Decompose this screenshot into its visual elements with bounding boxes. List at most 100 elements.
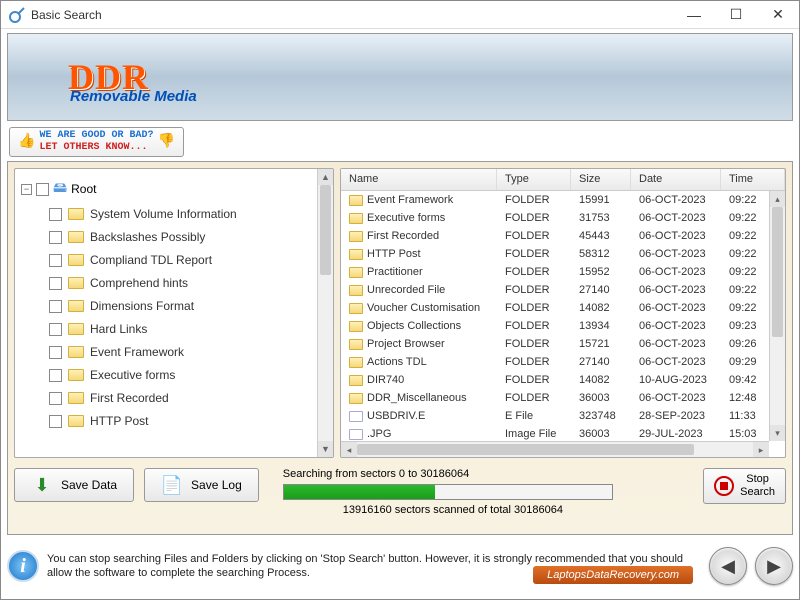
- stop-label: StopSearch: [740, 473, 775, 499]
- tree-item[interactable]: System Volume Information: [19, 203, 329, 226]
- save-log-button[interactable]: 📄 Save Log: [144, 468, 259, 502]
- progress-fill: [284, 485, 435, 499]
- maximize-button[interactable]: ☐: [715, 1, 757, 29]
- col-size[interactable]: Size: [571, 169, 631, 190]
- tree-root[interactable]: − 🖴 Root: [19, 175, 329, 203]
- scroll-down-icon[interactable]: ▾: [770, 425, 785, 441]
- scroll-up-icon[interactable]: ▲: [318, 169, 333, 185]
- cell-type: Image File: [497, 428, 571, 440]
- checkbox[interactable]: [49, 208, 62, 221]
- feedback-button[interactable]: 👍 WE ARE GOOD OR BAD? LET OTHERS KNOW...…: [9, 127, 184, 157]
- cell-date: 06-OCT-2023: [631, 194, 721, 206]
- cell-time: 09:22: [721, 248, 761, 260]
- checkbox[interactable]: [49, 300, 62, 313]
- app-icon: [9, 7, 25, 23]
- cell-date: 06-OCT-2023: [631, 338, 721, 350]
- scroll-left-icon[interactable]: ◂: [341, 442, 357, 457]
- tree-item[interactable]: Compliand TDL Report: [19, 249, 329, 272]
- cell-name: HTTP Post: [367, 248, 421, 260]
- list-row[interactable]: Event FrameworkFOLDER1599106-OCT-202309:…: [341, 191, 785, 209]
- list-row[interactable]: Project BrowserFOLDER1572106-OCT-202309:…: [341, 335, 785, 353]
- minimize-button[interactable]: —: [673, 1, 715, 29]
- logo-subtitle: Removable Media: [70, 88, 197, 105]
- folder-tree[interactable]: − 🖴 Root System Volume InformationBacksl…: [15, 169, 333, 457]
- close-button[interactable]: ✕: [757, 1, 799, 29]
- tree-item-label: HTTP Post: [90, 414, 148, 428]
- nav-prev-button[interactable]: ◀: [709, 547, 747, 585]
- list-vscrollbar[interactable]: ▴ ▾: [769, 191, 785, 441]
- cell-date: 06-OCT-2023: [631, 392, 721, 404]
- checkbox[interactable]: [49, 392, 62, 405]
- list-row[interactable]: Voucher CustomisationFOLDER1408206-OCT-2…: [341, 299, 785, 317]
- feedback-line1: WE ARE GOOD OR BAD?: [39, 130, 153, 141]
- tree-item[interactable]: Backslashes Possibly: [19, 226, 329, 249]
- tree-item-label: Executive forms: [90, 368, 175, 382]
- cell-type: FOLDER: [497, 374, 571, 386]
- col-date[interactable]: Date: [631, 169, 721, 190]
- checkbox[interactable]: [49, 323, 62, 336]
- cell-type: FOLDER: [497, 320, 571, 332]
- tree-item-label: Dimensions Format: [90, 299, 194, 313]
- list-hscrollbar[interactable]: ◂ ▸: [341, 441, 769, 457]
- info-text: You can stop searching Files and Folders…: [47, 552, 701, 581]
- list-row[interactable]: Objects CollectionsFOLDER1393406-OCT-202…: [341, 317, 785, 335]
- scroll-thumb[interactable]: [320, 185, 331, 275]
- checkbox[interactable]: [49, 231, 62, 244]
- save-data-button[interactable]: ⬇ Save Data: [14, 468, 134, 502]
- list-row[interactable]: Unrecorded FileFOLDER2714006-OCT-202309:…: [341, 281, 785, 299]
- cell-type: FOLDER: [497, 212, 571, 224]
- list-row[interactable]: DIR740FOLDER1408210-AUG-202309:42: [341, 371, 785, 389]
- cell-date: 06-OCT-2023: [631, 212, 721, 224]
- list-row[interactable]: First RecordedFOLDER4544306-OCT-202309:2…: [341, 227, 785, 245]
- cell-name: Actions TDL: [367, 356, 427, 368]
- window-title: Basic Search: [31, 8, 102, 22]
- col-name[interactable]: Name: [341, 169, 497, 190]
- nav-next-button[interactable]: ▶: [755, 547, 793, 585]
- checkbox[interactable]: [49, 369, 62, 382]
- tree-item-label: Comprehend hints: [90, 276, 188, 290]
- progress-bar: [283, 484, 613, 500]
- checkbox[interactable]: [49, 277, 62, 290]
- drive-icon: 🖴: [53, 177, 67, 201]
- scroll-down-icon[interactable]: ▼: [318, 441, 333, 457]
- tree-scrollbar[interactable]: ▲ ▼: [317, 169, 333, 457]
- checkbox[interactable]: [49, 415, 62, 428]
- list-row[interactable]: PractitionerFOLDER1595206-OCT-202309:22: [341, 263, 785, 281]
- scroll-thumb[interactable]: [772, 207, 783, 337]
- cell-date: 28-SEP-2023: [631, 410, 721, 422]
- progress-area: Searching from sectors 0 to 30186064 139…: [283, 468, 693, 516]
- tree-item[interactable]: Hard Links: [19, 318, 329, 341]
- scroll-up-icon[interactable]: ▴: [770, 191, 785, 207]
- col-time[interactable]: Time: [721, 169, 785, 190]
- folder-icon: [68, 392, 84, 404]
- list-row[interactable]: Actions TDLFOLDER2714006-OCT-202309:29: [341, 353, 785, 371]
- tree-item[interactable]: First Recorded: [19, 387, 329, 410]
- list-row[interactable]: USBDRIV.EE File32374828-SEP-202311:33: [341, 407, 785, 425]
- tree-item[interactable]: Dimensions Format: [19, 295, 329, 318]
- collapse-icon[interactable]: −: [21, 184, 32, 195]
- folder-icon: [349, 339, 363, 350]
- cell-date: 06-OCT-2023: [631, 356, 721, 368]
- cell-type: FOLDER: [497, 266, 571, 278]
- tree-item[interactable]: Event Framework: [19, 341, 329, 364]
- cell-time: 11:33: [721, 410, 761, 422]
- list-row[interactable]: HTTP PostFOLDER5831206-OCT-202309:22: [341, 245, 785, 263]
- scroll-right-icon[interactable]: ▸: [753, 442, 769, 457]
- tree-item[interactable]: Comprehend hints: [19, 272, 329, 295]
- list-row[interactable]: DDR_MiscellaneousFOLDER3600306-OCT-20231…: [341, 389, 785, 407]
- cell-time: 09:42: [721, 374, 761, 386]
- checkbox[interactable]: [36, 183, 49, 196]
- folder-icon: [68, 323, 84, 335]
- file-list[interactable]: Event FrameworkFOLDER1599106-OCT-202309:…: [341, 191, 785, 457]
- tree-item[interactable]: Executive forms: [19, 364, 329, 387]
- scroll-thumb[interactable]: [357, 444, 694, 455]
- stop-search-button[interactable]: StopSearch: [703, 468, 786, 504]
- list-row[interactable]: Executive formsFOLDER3175306-OCT-202309:…: [341, 209, 785, 227]
- checkbox[interactable]: [49, 346, 62, 359]
- col-type[interactable]: Type: [497, 169, 571, 190]
- tree-item[interactable]: HTTP Post: [19, 410, 329, 433]
- checkbox[interactable]: [49, 254, 62, 267]
- folder-icon: [68, 346, 84, 358]
- tree-item-label: Compliand TDL Report: [90, 253, 212, 267]
- folder-icon: [349, 267, 363, 278]
